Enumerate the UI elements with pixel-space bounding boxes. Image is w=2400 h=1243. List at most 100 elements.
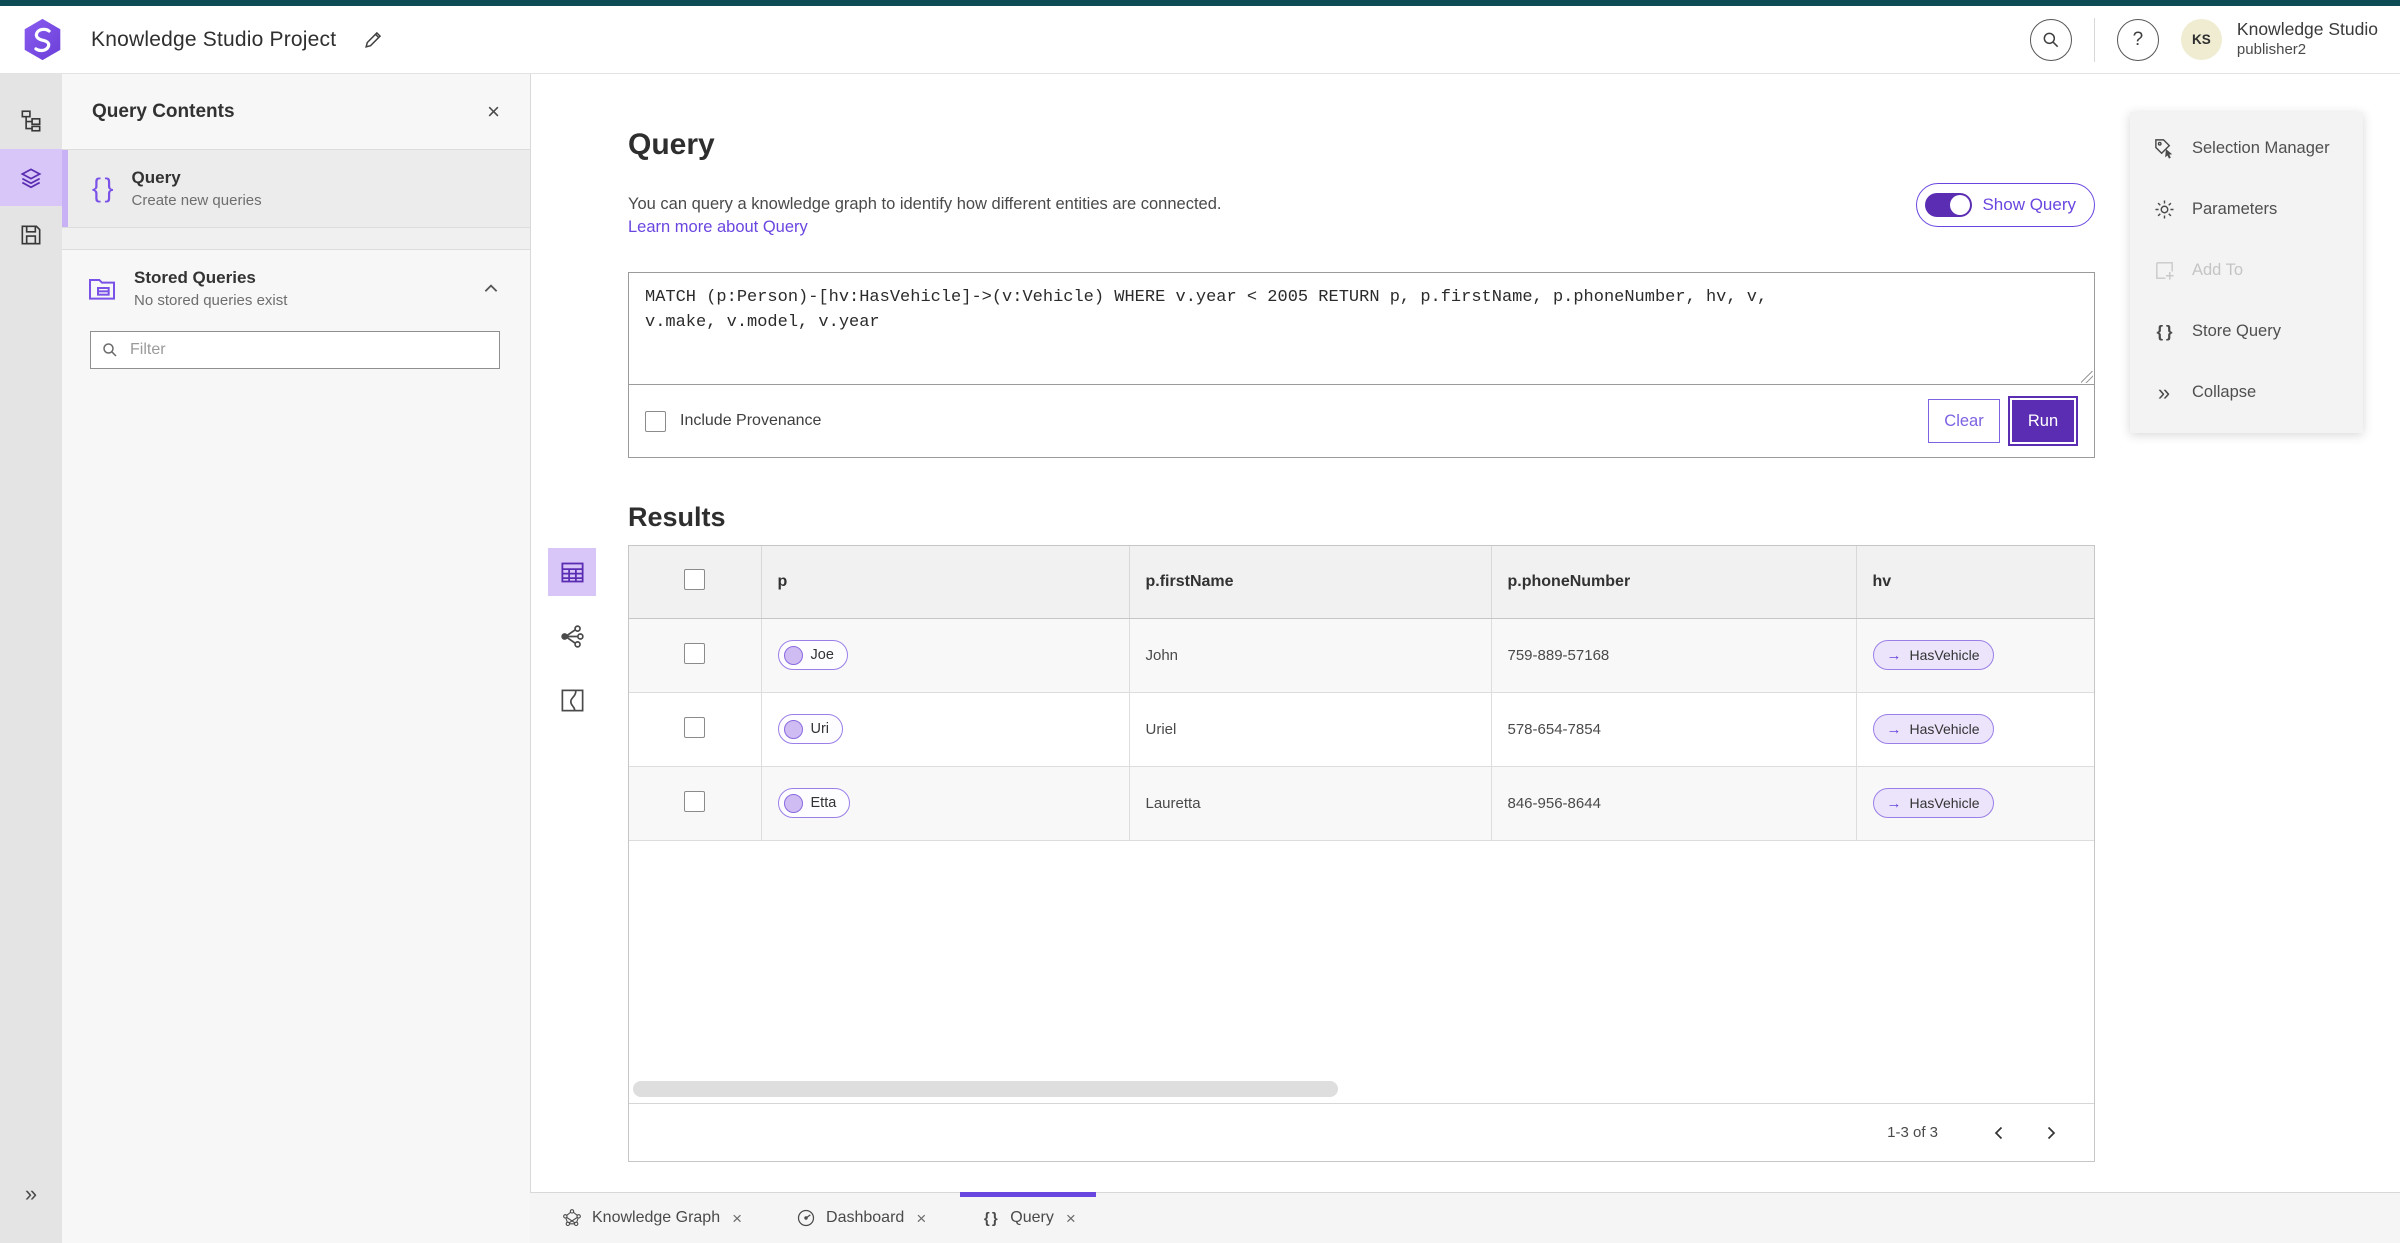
rail-expand-button[interactable]: » — [0, 1181, 62, 1207]
include-provenance-label: Include Provenance — [680, 412, 822, 429]
map-view-button[interactable] — [548, 676, 596, 724]
results-title: Results — [628, 502, 726, 533]
filter-input[interactable] — [128, 340, 489, 360]
query-section-title: Query — [628, 128, 715, 162]
knowledge-graph-icon — [562, 1208, 582, 1228]
selection-manager-icon — [2152, 137, 2176, 161]
entity-pill[interactable]: Uri — [777, 714, 844, 744]
close-tab-icon[interactable]: × — [916, 1210, 926, 1227]
close-tab-icon[interactable]: × — [732, 1210, 742, 1227]
relationship-pill[interactable]: → HasVehicle — [1872, 788, 1994, 818]
entity-pill[interactable]: Etta — [777, 788, 851, 818]
braces-icon: { } — [2156, 321, 2173, 341]
query-description: You can query a knowledge graph to ident… — [628, 194, 1222, 213]
tool-collapse[interactable]: » Collapse — [2130, 362, 2363, 423]
learn-more-link[interactable]: Learn more about Query — [628, 218, 808, 237]
braces-icon: { } — [92, 173, 114, 203]
tab-knowledge-graph[interactable]: Knowledge Graph × — [542, 1193, 762, 1243]
cell-phonenumber: 846-956-8644 — [1491, 766, 1857, 841]
results-table-container: p p.firstName p.phoneNumber hv Joe John … — [628, 545, 2095, 1162]
arrow-icon: → — [1886, 720, 1902, 738]
edit-title-icon[interactable] — [362, 29, 384, 51]
cell-firstname: Lauretta — [1129, 766, 1492, 841]
close-tab-icon[interactable]: × — [1066, 1210, 1076, 1227]
run-button[interactable]: Run — [2008, 396, 2078, 446]
question-icon: ? — [2132, 28, 2144, 50]
app-header: Knowledge Studio Project ? KS Knowledge … — [0, 6, 2400, 74]
tab-query[interactable]: { } Query × — [960, 1192, 1096, 1243]
rail-item-data-model[interactable] — [0, 92, 62, 149]
header-left: Knowledge Studio Project — [20, 17, 384, 62]
select-all-cell — [629, 546, 762, 619]
header-right: ? KS Knowledge Studio publisher2 — [2029, 17, 2384, 62]
add-to-icon — [2152, 259, 2176, 283]
graph-view-button[interactable] — [548, 612, 596, 660]
link-chart-icon — [560, 624, 584, 648]
tool-store-query[interactable]: { } Store Query — [2130, 301, 2363, 362]
relationship-pill[interactable]: → HasVehicle — [1872, 714, 1994, 744]
cell-phonenumber: 578-654-7854 — [1491, 692, 1857, 767]
search-button[interactable] — [2029, 18, 2072, 61]
chevron-up-icon[interactable] — [482, 280, 500, 298]
dashboard-icon — [796, 1208, 816, 1228]
row-checkbox[interactable] — [684, 642, 706, 664]
stored-queries-section[interactable]: Stored Queries No stored queries exist — [62, 250, 530, 317]
query-editor-footer: Include Provenance Clear Run — [629, 385, 2094, 457]
search-icon — [103, 343, 117, 357]
results-view-toolbar — [548, 548, 596, 724]
row-checkbox[interactable] — [684, 716, 706, 738]
user-info[interactable]: Knowledge Studio publisher2 — [2237, 19, 2384, 60]
tool-parameters[interactable]: Parameters — [2130, 179, 2363, 240]
search-icon — [2043, 32, 2059, 47]
query-item-title: Query — [131, 168, 181, 187]
help-button[interactable]: ? — [2116, 18, 2159, 61]
close-panel-icon[interactable]: × — [487, 100, 500, 123]
tab-label: Knowledge Graph — [592, 1209, 721, 1226]
tab-dashboard[interactable]: Dashboard × — [776, 1193, 946, 1243]
cell-phonenumber: 759-889-57168 — [1491, 618, 1857, 693]
show-query-label: Show Query — [1982, 195, 2076, 214]
node-dot-icon — [783, 645, 803, 665]
tab-label: Query — [1010, 1209, 1054, 1226]
sidebar-item-query[interactable]: { } Query Create new queries — [62, 150, 530, 228]
table-row: Uri Uriel 578-654-7854 → HasVehicle — [629, 692, 2094, 767]
stored-queries-text: Stored Queries No stored queries exist — [134, 268, 287, 309]
tool-label: Parameters — [2192, 200, 2278, 218]
header-divider — [2093, 17, 2095, 62]
show-query-toggle[interactable]: Show Query — [1916, 183, 2095, 227]
next-page-button[interactable] — [2036, 1118, 2066, 1148]
table-view-button[interactable] — [548, 548, 596, 596]
column-header-phonenumber: p.phoneNumber — [1491, 546, 1857, 619]
previous-page-button[interactable] — [1984, 1118, 2014, 1148]
tool-label: Add To — [2192, 261, 2244, 279]
panel-title: Query Contents — [92, 100, 235, 122]
relationship-pill[interactable]: → HasVehicle — [1872, 640, 1994, 670]
select-all-checkbox[interactable] — [684, 568, 706, 590]
tool-selection-manager[interactable]: Selection Manager — [2130, 118, 2363, 179]
app-logo-icon[interactable] — [20, 17, 65, 62]
include-provenance-checkbox[interactable] — [645, 410, 666, 432]
stored-queries-title: Stored Queries — [134, 268, 256, 287]
clear-button[interactable]: Clear — [1928, 399, 2000, 443]
rail-item-layers[interactable] — [0, 149, 62, 206]
user-name: Knowledge Studio — [2236, 19, 2378, 40]
horizontal-scrollbar[interactable] — [633, 1081, 1338, 1097]
tool-label: Selection Manager — [2192, 139, 2330, 157]
query-item-subtitle: Create new queries — [131, 192, 262, 209]
table-icon — [560, 562, 584, 582]
query-editor-input[interactable]: MATCH (p:Person)-[hv:HasVehicle]->(v:Veh… — [629, 273, 2094, 385]
rail-item-save[interactable] — [0, 206, 62, 263]
resize-grip-icon[interactable] — [2081, 371, 2093, 383]
knowledge-studio-app: Knowledge Studio Project ? KS Knowledge … — [0, 0, 2400, 1243]
cell-firstname: Uriel — [1129, 692, 1492, 767]
tool-label: Collapse — [2192, 383, 2257, 401]
pagination-range: 1-3 of 3 — [1887, 1124, 1938, 1141]
results-table: p p.firstName p.phoneNumber hv Joe John … — [629, 546, 2094, 841]
filter-field — [90, 331, 500, 369]
row-checkbox[interactable] — [684, 790, 706, 812]
table-header-row: p p.firstName p.phoneNumber hv — [629, 546, 2094, 619]
save-icon — [21, 225, 41, 244]
entity-pill[interactable]: Joe — [777, 640, 848, 670]
query-item-text: Query Create new queries — [132, 168, 262, 209]
avatar[interactable]: KS — [2180, 19, 2222, 60]
